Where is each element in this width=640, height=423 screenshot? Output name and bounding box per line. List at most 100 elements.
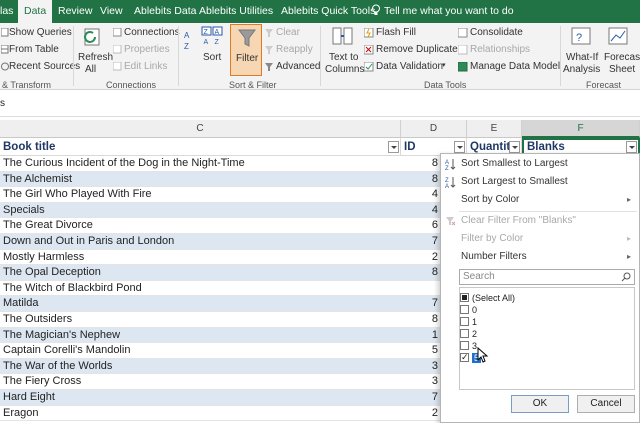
tab-ablebits-quick-tools[interactable]: Ablebits Quick Tools bbox=[281, 0, 375, 23]
cell-book-title[interactable]: The Outsiders bbox=[3, 312, 399, 328]
tab-ablebits-data[interactable]: Ablebits Data bbox=[134, 0, 196, 23]
advanced-button[interactable]: Advanced bbox=[276, 61, 320, 72]
menu-filter-by-color[interactable]: Filter by Color ▸ bbox=[441, 230, 639, 248]
group-sort-filter: Sort & Filter bbox=[229, 80, 277, 90]
cell-book-title[interactable]: The Alchemist bbox=[3, 172, 399, 188]
text-to-columns-label-1[interactable]: Text to bbox=[329, 52, 358, 63]
cell-book-title[interactable]: The Magician's Nephew bbox=[3, 328, 399, 344]
column-header-d[interactable]: D bbox=[401, 120, 467, 138]
what-if-analysis-label-1[interactable]: What-If bbox=[566, 52, 598, 63]
cell-book-title[interactable]: Specials bbox=[3, 203, 399, 219]
filter-button[interactable]: Filter bbox=[230, 24, 262, 76]
filter-dropdown-button-id[interactable] bbox=[454, 141, 465, 153]
ok-button[interactable]: OK bbox=[511, 395, 569, 413]
tab-view[interactable]: View bbox=[100, 0, 123, 23]
cell-book-title[interactable]: The Opal Deception bbox=[3, 265, 399, 281]
cell-id[interactable]: 7 bbox=[401, 234, 440, 250]
edit-links-button[interactable]: Edit Links bbox=[124, 61, 167, 72]
from-table-button[interactable]: From Table bbox=[9, 44, 59, 55]
cell-book-title[interactable]: Matilda bbox=[3, 296, 399, 312]
cell-id[interactable]: 2 bbox=[401, 250, 440, 266]
cell-id[interactable]: 4 bbox=[401, 203, 440, 219]
checkbox-0[interactable] bbox=[460, 305, 469, 314]
cell-id[interactable]: 3 bbox=[401, 359, 440, 375]
cell-book-title[interactable]: The Great Divorce bbox=[3, 218, 399, 234]
tab-review[interactable]: Review bbox=[58, 0, 92, 23]
filter-dropdown-button-quantity[interactable] bbox=[509, 141, 520, 153]
cell-id[interactable]: 7 bbox=[401, 296, 440, 312]
ribbon-tab-bar: las Data Review View Ablebits Data Ableb… bbox=[0, 0, 640, 23]
cell-id[interactable]: 2 bbox=[401, 406, 440, 422]
filter-dropdown-button-book-title[interactable] bbox=[388, 141, 399, 153]
properties-button[interactable]: Properties bbox=[124, 44, 170, 55]
svg-text:A: A bbox=[204, 39, 209, 46]
cell-id[interactable]: 6 bbox=[401, 218, 440, 234]
checkbox-5[interactable] bbox=[460, 351, 469, 363]
reapply-button[interactable]: Reapply bbox=[276, 44, 313, 55]
recent-sources-button[interactable]: Recent Sources bbox=[9, 61, 80, 72]
checkbox-1[interactable] bbox=[460, 317, 469, 326]
tab-ablebits-utilities[interactable]: Ablebits Utilities bbox=[199, 0, 273, 23]
chevron-down-icon[interactable]: ▾ bbox=[442, 61, 446, 69]
checkbox-3[interactable] bbox=[460, 341, 469, 350]
cell-book-title[interactable]: Captain Corelli's Mandolin bbox=[3, 343, 399, 359]
cell-book-title[interactable]: Hard Eight bbox=[3, 390, 399, 406]
cell-id[interactable]: 8 bbox=[401, 172, 440, 188]
cell-id[interactable] bbox=[401, 281, 440, 297]
cell-id[interactable]: 4 bbox=[401, 187, 440, 203]
filter-item-1[interactable]: 1 bbox=[460, 316, 477, 328]
tab-formulas[interactable]: las bbox=[0, 0, 13, 23]
text-to-columns-label-2[interactable]: Columns bbox=[325, 64, 364, 75]
what-if-analysis-label-2[interactable]: Analysis bbox=[563, 64, 600, 75]
show-queries-button[interactable]: Show Queries bbox=[9, 27, 72, 38]
checkbox-select-all[interactable] bbox=[460, 293, 469, 302]
formula-bar[interactable]: s bbox=[0, 91, 640, 117]
cell-book-title[interactable]: The War of the Worlds bbox=[3, 359, 399, 375]
data-validation-button[interactable]: Data Validation bbox=[376, 61, 443, 72]
menu-clear-filter[interactable]: Clear Filter From "Blanks" bbox=[441, 212, 639, 230]
cell-book-title[interactable]: The Fiery Cross bbox=[3, 374, 399, 390]
menu-sort-ascending[interactable]: AZ Sort Smallest to Largest bbox=[441, 155, 639, 173]
column-header-c[interactable]: C bbox=[0, 120, 401, 138]
remove-duplicates-button[interactable]: Remove Duplicates bbox=[376, 44, 463, 55]
cell-id[interactable]: 7 bbox=[401, 390, 440, 406]
menu-number-filters[interactable]: Number Filters ▸ bbox=[441, 248, 639, 266]
cell-id[interactable]: 5 bbox=[401, 343, 440, 359]
cell-id[interactable]: 1 bbox=[401, 328, 440, 344]
cell-id[interactable]: 8 bbox=[401, 156, 440, 172]
cancel-button[interactable]: Cancel bbox=[577, 395, 635, 413]
refresh-all-label-2[interactable]: All bbox=[85, 64, 96, 75]
connections-button[interactable]: Connections bbox=[124, 27, 180, 38]
filter-item-label: (Select All) bbox=[472, 293, 516, 303]
cell-book-title[interactable]: Eragon bbox=[3, 406, 399, 422]
forecast-sheet-label-2[interactable]: Sheet bbox=[609, 64, 635, 75]
flash-fill-button[interactable]: Flash Fill bbox=[376, 27, 416, 38]
filter-item-select-all[interactable]: (Select All) bbox=[460, 292, 516, 304]
column-header-f[interactable]: F bbox=[522, 120, 640, 138]
consolidate-button[interactable]: Consolidate bbox=[470, 27, 523, 38]
relationships-button[interactable]: Relationships bbox=[470, 44, 530, 55]
cell-book-title[interactable]: The Girl Who Played With Fire bbox=[3, 187, 399, 203]
filter-item-2[interactable]: 2 bbox=[460, 328, 477, 340]
sort-button[interactable]: Sort bbox=[203, 52, 221, 63]
cell-id[interactable]: 8 bbox=[401, 312, 440, 328]
filter-item-0[interactable]: 0 bbox=[460, 304, 477, 316]
manage-data-model-button[interactable]: Manage Data Model bbox=[470, 61, 560, 72]
cell-book-title[interactable]: The Curious Incident of the Dog in the N… bbox=[3, 156, 399, 172]
cell-book-title[interactable]: The Witch of Blackbird Pond bbox=[3, 281, 399, 297]
menu-sort-by-color[interactable]: Sort by Color ▸ bbox=[441, 191, 639, 209]
cell-book-title[interactable]: Down and Out in Paris and London bbox=[3, 234, 399, 250]
checkbox-2[interactable] bbox=[460, 329, 469, 338]
filter-search-input[interactable]: Search bbox=[459, 269, 635, 285]
filter-dropdown-button-blanks[interactable] bbox=[626, 141, 637, 153]
refresh-all-label-1[interactable]: Refresh bbox=[78, 52, 113, 63]
clear-button[interactable]: Clear bbox=[276, 27, 300, 38]
cell-id[interactable]: 3 bbox=[401, 374, 440, 390]
cell-id[interactable]: 8 bbox=[401, 265, 440, 281]
column-header-e[interactable]: E bbox=[467, 120, 522, 138]
tab-data[interactable]: Data bbox=[18, 0, 53, 23]
menu-sort-descending[interactable]: ZA Sort Largest to Smallest bbox=[441, 173, 639, 191]
cell-book-title[interactable]: Mostly Harmless bbox=[3, 250, 399, 266]
tell-me-box[interactable]: Tell me what you want to do bbox=[371, 0, 514, 23]
forecast-sheet-label-1[interactable]: Forecast bbox=[604, 52, 640, 63]
